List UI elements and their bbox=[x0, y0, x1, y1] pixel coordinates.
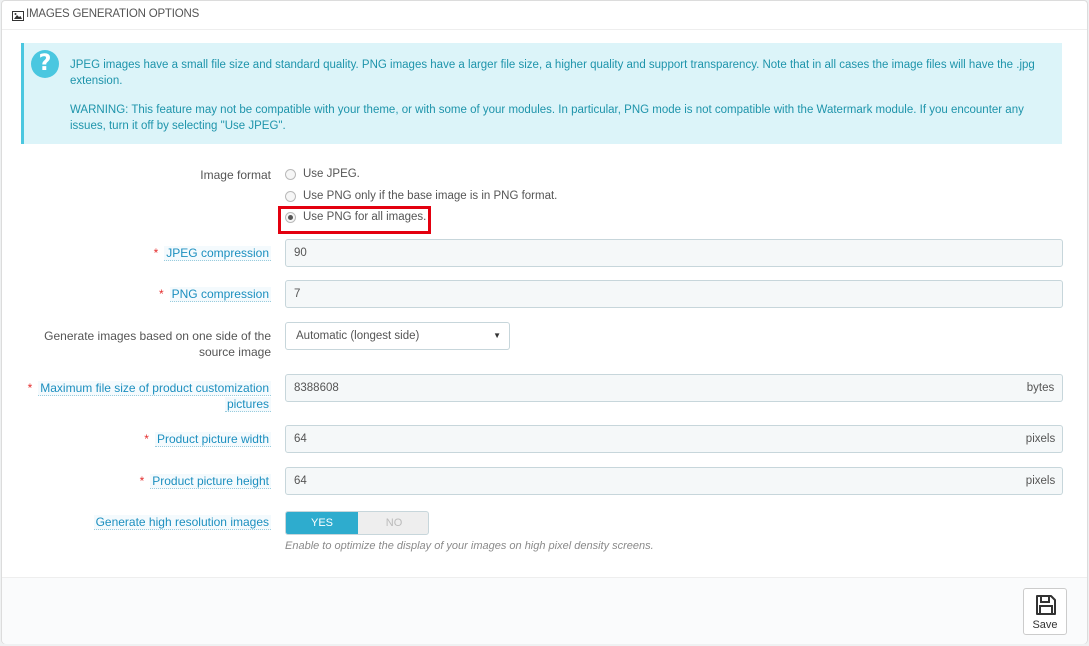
pixels-addon: pixels bbox=[1019, 467, 1063, 495]
alert-text-format: JPEG images have a small file size and s… bbox=[70, 59, 1035, 87]
high-res-label: Generate high resolution images bbox=[93, 515, 271, 530]
radio-use-jpeg[interactable]: Use JPEG. bbox=[285, 168, 360, 180]
radio-button[interactable] bbox=[285, 168, 296, 180]
info-alert: ? JPEG images have a small file size and… bbox=[21, 43, 1062, 144]
image-format-label: Image format bbox=[200, 168, 271, 182]
radio-use-png-if-base[interactable]: Use PNG only if the base image is in PNG… bbox=[285, 190, 557, 202]
floppy-disk-icon bbox=[1036, 595, 1056, 615]
generate-side-label: Generate images based on one side of the… bbox=[44, 329, 271, 359]
high-res-help-text: Enable to optimize the display of your i… bbox=[285, 540, 654, 552]
png-compression-input[interactable]: 7 bbox=[285, 280, 1063, 308]
max-file-size-label: * Maximum file size of product customizat… bbox=[27, 381, 271, 412]
pixels-addon: pixels bbox=[1019, 425, 1063, 453]
question-icon: ? bbox=[31, 50, 59, 78]
panel-title: IMAGES GENERATION OPTIONS bbox=[26, 8, 200, 20]
jpeg-compression-label: * JPEG compression bbox=[153, 246, 271, 261]
images-generation-options-panel: IMAGES GENERATION OPTIONS ? JPEG images … bbox=[1, 0, 1088, 644]
max-file-size-input[interactable]: 8388608 bbox=[285, 374, 1020, 402]
picture-height-label: * Product picture height bbox=[139, 474, 271, 489]
image-icon bbox=[12, 10, 24, 24]
highlight-box bbox=[278, 206, 431, 234]
picture-width-input[interactable]: 64 bbox=[285, 425, 1020, 453]
high-res-switch[interactable]: YES NO bbox=[285, 511, 429, 535]
switch-no[interactable]: NO bbox=[358, 512, 428, 534]
png-compression-label: * PNG compression bbox=[158, 287, 271, 302]
caret-down-icon: ▼ bbox=[493, 331, 501, 340]
jpeg-compression-input[interactable]: 90 bbox=[285, 239, 1063, 267]
panel-footer: Save bbox=[2, 577, 1087, 644]
save-button[interactable]: Save bbox=[1023, 588, 1067, 635]
alert-text-warning: WARNING: This feature may not be compati… bbox=[70, 104, 1024, 132]
panel-heading: IMAGES GENERATION OPTIONS bbox=[2, 1, 1087, 30]
picture-height-input[interactable]: 64 bbox=[285, 467, 1020, 495]
switch-yes[interactable]: YES bbox=[286, 512, 358, 534]
generate-side-select[interactable]: Automatic (longest side) ▼ bbox=[285, 322, 510, 350]
bytes-addon: bytes bbox=[1019, 374, 1063, 402]
picture-width-label: * Product picture width bbox=[144, 432, 271, 447]
radio-button[interactable] bbox=[285, 190, 296, 202]
